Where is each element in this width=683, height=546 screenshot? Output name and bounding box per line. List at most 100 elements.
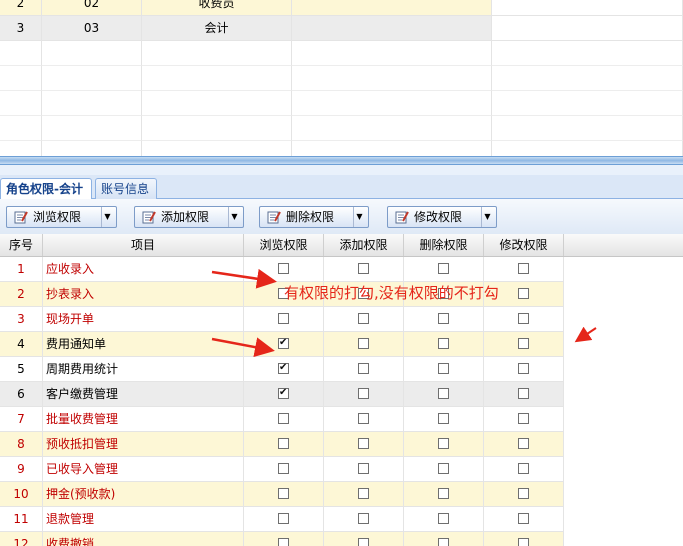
modify-permission-checkbox[interactable] xyxy=(518,438,529,449)
header-delete[interactable]: 删除权限 xyxy=(404,234,484,256)
modify-permission-checkbox[interactable] xyxy=(518,513,529,524)
row-item-cell: 客户缴费管理 xyxy=(43,382,244,407)
delete-permission-checkbox[interactable] xyxy=(438,363,449,374)
role-extra-cell xyxy=(292,0,492,16)
modify-permission-checkbox[interactable] xyxy=(518,463,529,474)
modify-permission-checkbox[interactable] xyxy=(518,313,529,324)
table-row[interactable]: 10 押金(预收款) xyxy=(0,482,564,507)
browse-permission-checkbox[interactable] xyxy=(278,263,289,274)
browse-permission-checkbox[interactable] xyxy=(278,488,289,499)
table-row[interactable]: 6 客户缴费管理 xyxy=(0,382,564,407)
delete-permission-checkbox[interactable] xyxy=(438,338,449,349)
modify-permission-cell xyxy=(484,482,564,507)
browse-permission-checkbox[interactable] xyxy=(278,438,289,449)
add-permission-checkbox[interactable] xyxy=(358,413,369,424)
table-row[interactable]: 3 现场开单 xyxy=(0,307,564,332)
role-code-cell: 03 xyxy=(42,16,142,41)
delete-permission-checkbox[interactable] xyxy=(438,488,449,499)
browse-permission-checkbox[interactable] xyxy=(278,334,289,352)
browse-permission-checkbox[interactable] xyxy=(278,384,289,402)
add-permission-checkbox[interactable] xyxy=(358,538,369,546)
add-permission-label: 添加权限 xyxy=(161,210,210,224)
table-row[interactable]: 9 已收导入管理 xyxy=(0,457,564,482)
table-row[interactable]: 8 预收抵扣管理 xyxy=(0,432,564,457)
delete-permission-checkbox[interactable] xyxy=(438,313,449,324)
row-item-cell: 抄表录入 xyxy=(43,282,244,307)
tab-account-info[interactable]: 账号信息 xyxy=(95,178,157,199)
add-permission-checkbox[interactable] xyxy=(358,388,369,399)
edit-icon xyxy=(14,211,28,224)
table-row[interactable]: 11 退款管理 xyxy=(0,507,564,532)
row-seq-cell: 1 xyxy=(0,257,43,282)
modify-permission-checkbox[interactable] xyxy=(518,538,529,546)
browse-permission-checkbox[interactable] xyxy=(278,463,289,474)
browse-permission-checkbox[interactable] xyxy=(278,313,289,324)
table-row[interactable]: 1 应收录入 xyxy=(0,257,564,282)
add-permission-checkbox[interactable] xyxy=(358,438,369,449)
delete-permission-button[interactable]: 删除权限 ▼ xyxy=(259,206,369,228)
chevron-down-icon[interactable]: ▼ xyxy=(228,207,240,227)
browse-permission-checkbox[interactable] xyxy=(278,513,289,524)
add-permission-cell xyxy=(324,507,404,532)
header-modify[interactable]: 修改权限 xyxy=(484,234,564,256)
delete-permission-checkbox[interactable] xyxy=(438,263,449,274)
add-permission-checkbox[interactable] xyxy=(358,313,369,324)
browse-permission-checkbox[interactable] xyxy=(278,413,289,424)
add-permission-checkbox[interactable] xyxy=(358,463,369,474)
delete-permission-cell xyxy=(404,457,484,482)
delete-permission-checkbox[interactable] xyxy=(438,413,449,424)
delete-permission-checkbox[interactable] xyxy=(438,538,449,546)
browse-permission-cell xyxy=(244,357,324,382)
add-permission-checkbox[interactable] xyxy=(358,488,369,499)
add-permission-button[interactable]: 添加权限 ▼ xyxy=(134,206,244,228)
table-row[interactable]: 3 03 会计 xyxy=(0,16,683,41)
table-row[interactable]: 4 费用通知单 xyxy=(0,332,564,357)
modify-permission-checkbox[interactable] xyxy=(518,338,529,349)
table-row[interactable]: 12 收费撤销 xyxy=(0,532,564,546)
panel-splitter[interactable] xyxy=(0,156,683,165)
delete-permission-cell xyxy=(404,407,484,432)
chevron-down-icon[interactable]: ▼ xyxy=(101,207,113,227)
table-row[interactable]: 5 周期费用统计 xyxy=(0,357,564,382)
add-permission-checkbox[interactable] xyxy=(358,513,369,524)
splitter-strip xyxy=(0,165,683,175)
modify-permission-cell xyxy=(484,382,564,407)
tab-role-permissions[interactable]: 角色权限-会计 xyxy=(0,178,92,200)
add-permission-cell xyxy=(324,407,404,432)
delete-permission-checkbox[interactable] xyxy=(438,388,449,399)
browse-permission-checkbox[interactable] xyxy=(278,538,289,546)
delete-permission-cell xyxy=(404,432,484,457)
table-row[interactable]: 7 批量收费管理 xyxy=(0,407,564,432)
delete-permission-checkbox[interactable] xyxy=(438,463,449,474)
chevron-down-icon[interactable]: ▼ xyxy=(353,207,365,227)
browse-permission-cell xyxy=(244,307,324,332)
browse-permission-checkbox[interactable] xyxy=(278,359,289,377)
modify-permission-button[interactable]: 修改权限 ▼ xyxy=(387,206,497,228)
delete-permission-checkbox[interactable] xyxy=(438,513,449,524)
header-seq[interactable]: 序号 xyxy=(0,234,43,256)
modify-permission-cell xyxy=(484,507,564,532)
header-add[interactable]: 添加权限 xyxy=(324,234,404,256)
modify-permission-checkbox[interactable] xyxy=(518,288,529,299)
chevron-down-icon[interactable]: ▼ xyxy=(481,207,493,227)
empty-row xyxy=(0,91,683,116)
modify-permission-checkbox[interactable] xyxy=(518,388,529,399)
role-code-cell: 02 xyxy=(42,0,142,16)
browse-permission-cell xyxy=(244,407,324,432)
header-browse[interactable]: 浏览权限 xyxy=(244,234,324,256)
delete-permission-checkbox[interactable] xyxy=(438,438,449,449)
modify-permission-checkbox[interactable] xyxy=(518,488,529,499)
browse-permission-cell xyxy=(244,382,324,407)
delete-permission-label: 删除权限 xyxy=(286,210,335,224)
modify-permission-checkbox[interactable] xyxy=(518,413,529,424)
browse-permission-button[interactable]: 浏览权限 ▼ xyxy=(6,206,117,228)
add-permission-checkbox[interactable] xyxy=(358,363,369,374)
modify-permission-checkbox[interactable] xyxy=(518,263,529,274)
header-item[interactable]: 项目 xyxy=(43,234,244,256)
row-item-cell: 退款管理 xyxy=(43,507,244,532)
add-permission-checkbox[interactable] xyxy=(358,338,369,349)
table-row[interactable]: 2 02 收费员 xyxy=(0,0,683,16)
add-permission-checkbox[interactable] xyxy=(358,263,369,274)
modify-permission-checkbox[interactable] xyxy=(518,363,529,374)
add-permission-cell xyxy=(324,357,404,382)
